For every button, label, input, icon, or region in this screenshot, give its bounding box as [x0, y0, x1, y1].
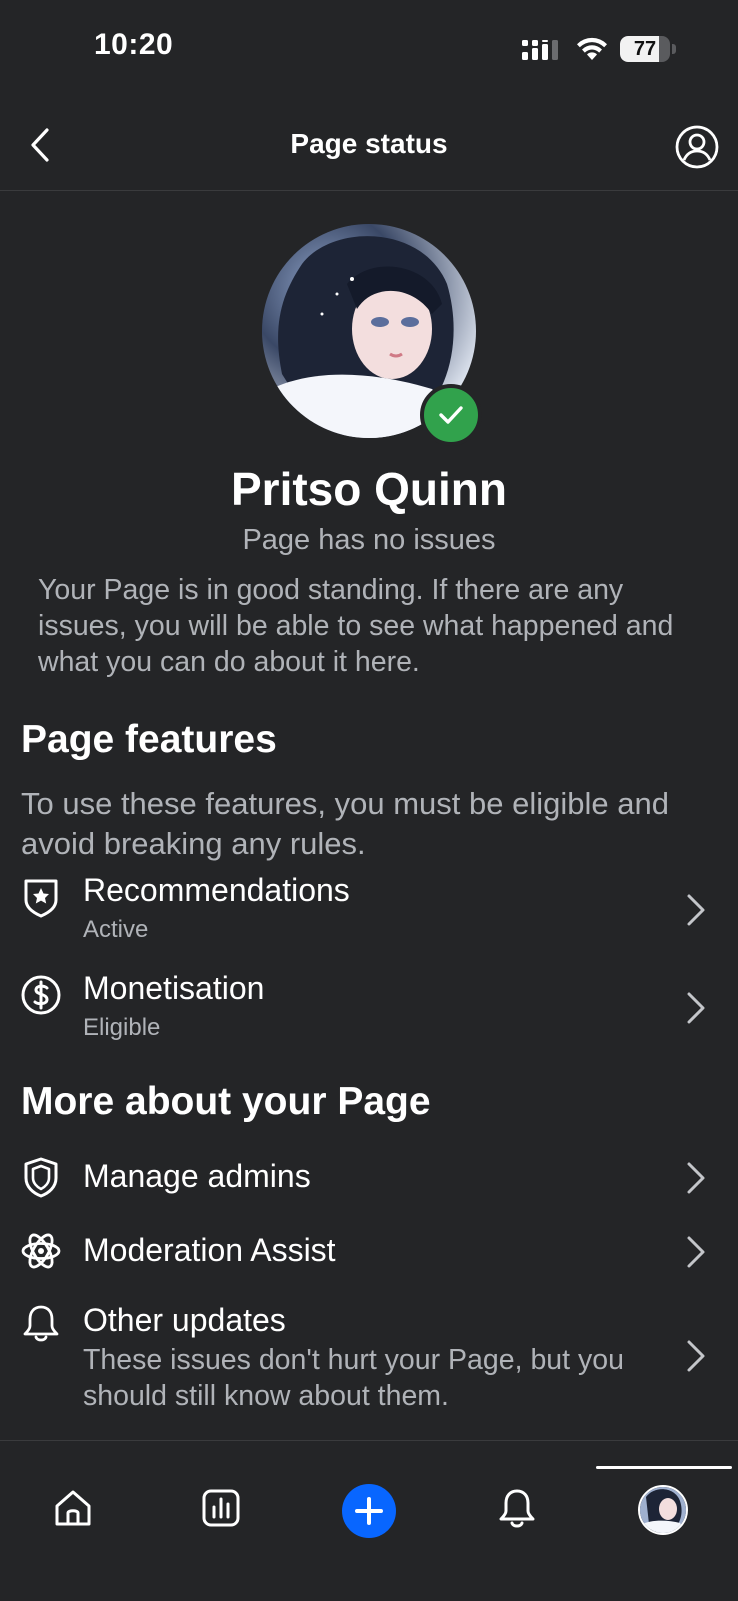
create-button[interactable] [342, 1484, 396, 1538]
notifications-icon [499, 1489, 535, 1528]
feature-row-recommendations[interactable]: Recommendations Active [0, 866, 738, 952]
shield-star-icon [24, 879, 58, 918]
battery-percent: 77 [633, 38, 657, 60]
atom-icon [21, 1233, 61, 1269]
page-title: Page status [290, 128, 448, 159]
nav-notifications-button[interactable] [493, 1484, 541, 1532]
chevron-right-icon [687, 1236, 705, 1268]
nav-profile-avatar[interactable] [638, 1485, 688, 1535]
page-status-text: Page has no issues [242, 524, 496, 556]
section-subheading: To use these features, you must be eligi… [21, 786, 669, 861]
feature-label: Recommendations [83, 872, 350, 908]
feature-status: Active [83, 916, 149, 943]
user-circle-icon[interactable] [674, 124, 720, 170]
nav-home-button[interactable] [49, 1484, 97, 1532]
chevron-right-icon [687, 1162, 705, 1194]
check-icon [439, 406, 463, 424]
feature-row-monetisation[interactable]: Monetisation Eligible [0, 964, 738, 1050]
chevron-right-icon [687, 992, 705, 1024]
page-name: Pritso Quinn [231, 463, 507, 515]
feature-label: Monetisation [83, 970, 265, 1006]
active-tab-indicator [596, 1466, 732, 1469]
section-heading-page-features: Page features [21, 718, 277, 761]
section-heading-more-about-page: More about your Page [21, 1080, 431, 1123]
battery-indicator: 77 [620, 36, 676, 62]
row-manage-admins[interactable]: Manage admins [0, 1146, 738, 1210]
nav-insights-button[interactable] [197, 1484, 245, 1532]
page-status-description: Your Page is in good standing. If there … [38, 574, 674, 678]
row-label: Other updates [83, 1302, 286, 1338]
row-description: These issues don't hurt your Page, but y… [83, 1344, 624, 1412]
status-time: 10:20 [94, 28, 174, 61]
bell-icon [23, 1305, 59, 1342]
chevron-right-icon [687, 894, 705, 926]
verified-badge [420, 384, 482, 446]
shield-icon [24, 1157, 58, 1198]
home-icon [55, 1490, 91, 1526]
row-label: Moderation Assist [83, 1232, 336, 1268]
insights-icon [202, 1489, 240, 1527]
wifi-icon [577, 37, 607, 60]
cellular-signal-icon [522, 40, 558, 60]
chevron-right-icon [687, 1340, 705, 1372]
feature-status: Eligible [83, 1014, 161, 1041]
plus-icon [355, 1497, 383, 1525]
dollar-circle-icon [21, 975, 61, 1015]
row-label: Manage admins [83, 1158, 311, 1194]
header-divider [0, 190, 738, 191]
row-other-updates[interactable]: Other updates These issues don't hurt yo… [0, 1296, 738, 1426]
row-moderation-assist[interactable]: Moderation Assist [0, 1220, 738, 1284]
